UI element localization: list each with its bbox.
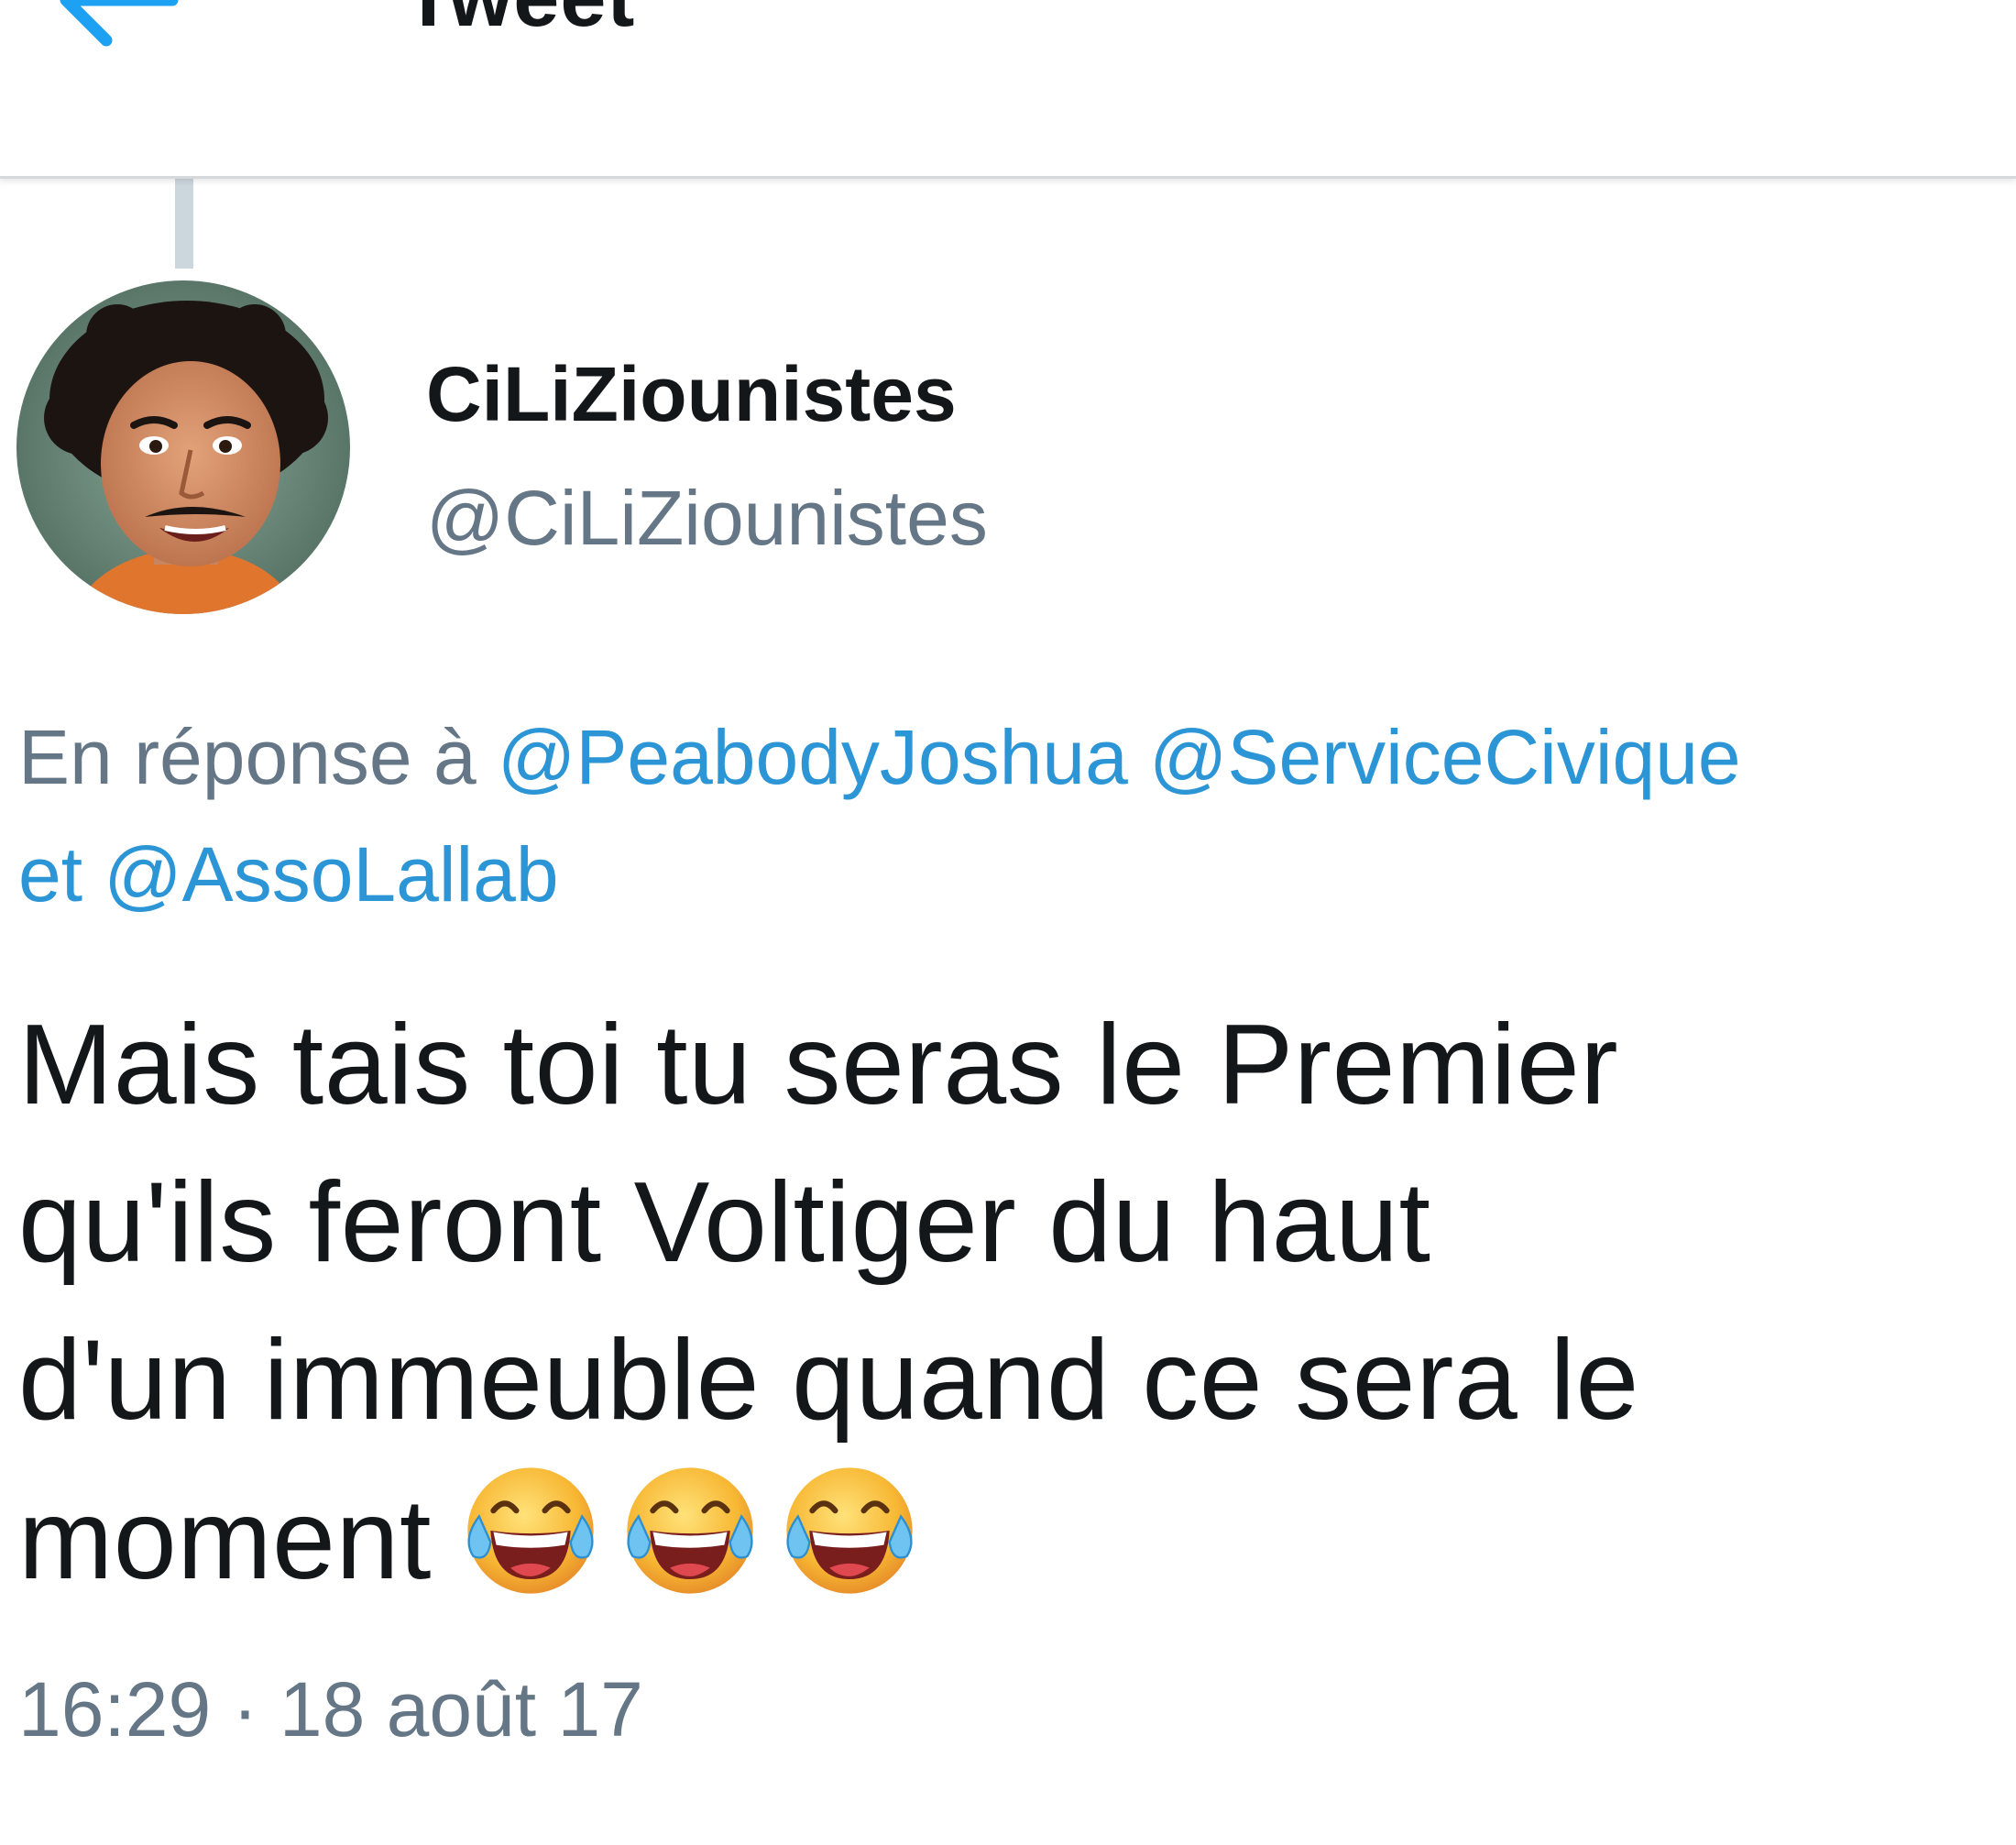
tweet-timestamp: 16:29 · 18 août 17 — [18, 1666, 643, 1752]
face-with-tears-of-joy-icon — [619, 1459, 761, 1602]
back-button[interactable] — [55, 0, 183, 55]
mention-link-servicecivique[interactable]: @ServiceCivique — [1149, 714, 1741, 800]
reply-prefix: En réponse à — [18, 714, 477, 800]
tweet-text: Mais tais toi tu seras le Premier qu'ils… — [18, 986, 1998, 1642]
thread-connector-line — [175, 179, 193, 269]
face-with-tears-of-joy-icon — [778, 1459, 921, 1602]
arrow-left-icon — [60, 0, 179, 47]
avatar[interactable] — [16, 280, 350, 614]
author-handle[interactable]: @CiLiZiounistes — [426, 472, 988, 564]
tweet-line: Mais tais toi tu seras le Premier — [18, 1002, 1619, 1128]
mention-link-peabodyjoshua[interactable]: @PeabodyJoshua — [498, 714, 1128, 800]
reply-conjunction: et — [18, 831, 83, 917]
profile-photo — [16, 280, 350, 614]
author-display-name[interactable]: CiLiZiounistes — [426, 348, 957, 440]
reply-context-line-1: En réponse à @PeabodyJoshua @ServiceCivi… — [18, 698, 2016, 816]
tweet-line-text: moment — [18, 1477, 432, 1603]
tweet-line: qu'ils feront Voltiger du haut — [18, 1159, 1431, 1286]
tweet-line: d'un immeuble quand ce sera le — [18, 1317, 1639, 1444]
reply-context: En réponse à @PeabodyJoshua @ServiceCivi… — [18, 698, 2016, 933]
tweet-line-last: moment — [18, 1459, 1998, 1642]
page-title: Tweet — [403, 0, 635, 44]
app-header: Tweet — [0, 0, 2016, 179]
mention-link-assolallab[interactable]: @AssoLallab — [104, 831, 558, 917]
emoji-group — [459, 1459, 937, 1642]
face-with-tears-of-joy-icon — [459, 1459, 602, 1602]
reply-context-line-2: et @AssoLallab — [18, 816, 2016, 933]
